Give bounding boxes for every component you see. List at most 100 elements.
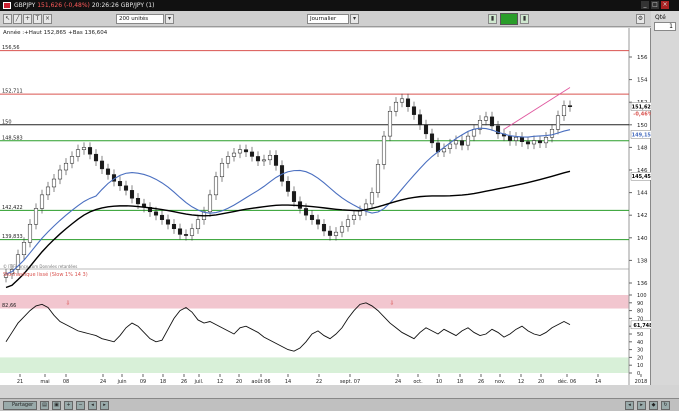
y-tick-label: 142: [637, 213, 648, 219]
candle: [129, 190, 135, 199]
units-select[interactable]: 200 unités: [116, 14, 164, 24]
candle: [327, 230, 333, 236]
candle: [291, 191, 297, 202]
candle: [219, 162, 225, 178]
x-tick-label: 08: [63, 379, 69, 385]
x-tick-label: 22: [316, 379, 322, 385]
candle: [513, 136, 519, 141]
candle: [117, 181, 123, 187]
indicator-icon[interactable]: ▮: [520, 14, 529, 24]
x-tick-label: 18: [160, 379, 166, 385]
period-dropdown-icon[interactable]: ▾: [350, 14, 359, 24]
candle: [153, 211, 159, 216]
y-tick-label: 150: [637, 123, 648, 129]
candle: [471, 129, 477, 137]
cursor-tool-icon[interactable]: ↖: [3, 14, 12, 24]
zoom-tool-icon[interactable]: +: [23, 14, 32, 24]
candle: [369, 192, 375, 205]
chart-type-icon[interactable]: ▮: [488, 14, 497, 24]
line-tool-icon[interactable]: ╱: [13, 14, 22, 24]
fit-icon[interactable]: ◆: [649, 401, 658, 410]
candle: [63, 162, 69, 171]
candle: [567, 105, 573, 107]
overbought-zone: [0, 295, 629, 309]
zoom-in-icon[interactable]: +: [64, 401, 73, 410]
right-icon[interactable]: ▸: [100, 401, 109, 410]
candle: [303, 208, 309, 216]
candle: [183, 234, 189, 236]
minimize-button[interactable]: _: [641, 1, 649, 9]
scroll-left-icon[interactable]: ◂: [625, 401, 634, 410]
candle: [249, 151, 255, 157]
y-tick-label: 156: [637, 55, 648, 61]
candle: [207, 194, 213, 213]
osc-y-tick-label: 100: [637, 293, 647, 299]
refresh-icon[interactable]: ↻: [661, 401, 670, 410]
text-tool-icon[interactable]: T: [33, 14, 42, 24]
x-tick-label: juil.: [194, 379, 204, 385]
settings-icon[interactable]: ⚙: [636, 14, 645, 24]
zoom-out-icon[interactable]: −: [76, 401, 85, 410]
save-icon[interactable]: ▣: [52, 401, 61, 410]
candle: [87, 147, 93, 155]
ma-tag: 149,153: [632, 132, 651, 138]
x-tick-label: 14: [285, 379, 291, 385]
flag-icon: [3, 2, 11, 9]
y-tick-label: 136: [637, 281, 648, 287]
candle: [519, 136, 525, 143]
maximize-button[interactable]: □: [651, 1, 659, 9]
candle: [459, 140, 465, 146]
candle: [489, 116, 495, 127]
candle: [555, 115, 561, 130]
scroll-right-icon[interactable]: ▸: [637, 401, 646, 410]
candle: [309, 214, 315, 220]
price-chart[interactable]: 156,56 152,711 150 148,583 142,422 139,833 Ann…: [0, 28, 656, 385]
time-label: 20:26:26: [91, 2, 119, 9]
candle: [405, 98, 411, 107]
left-icon[interactable]: ◂: [88, 401, 97, 410]
x-tick-label: 20: [236, 379, 242, 385]
print-icon[interactable]: ▤: [40, 401, 49, 410]
chart-area[interactable]: 156,56 152,711 150 148,583 142,422 139,833 Ann…: [0, 28, 656, 385]
close-button[interactable]: ×: [661, 1, 669, 9]
osc-level-label: 82,66: [2, 303, 16, 309]
x-tick-label: 12: [217, 379, 223, 385]
candle: [387, 110, 393, 137]
candle: [381, 135, 387, 165]
osc-y-tick-label: 30: [637, 348, 643, 354]
source-label: © IT-Finance.com Données retardées: [3, 264, 77, 269]
x-tick-label: 26: [181, 379, 187, 385]
candle: [411, 106, 417, 115]
period-select[interactable]: Journalier: [307, 14, 349, 24]
level-label: 150: [2, 119, 12, 125]
y-tick-label: 144: [637, 191, 648, 197]
candle: [93, 153, 99, 162]
x-tick-label: 24: [395, 379, 401, 385]
logo-icon: [500, 13, 518, 25]
candle: [255, 156, 261, 162]
candle: [345, 219, 351, 227]
y-tick-label: 138: [637, 258, 648, 264]
candle: [375, 164, 381, 193]
oversold-zone: [0, 357, 629, 373]
x-tick-label: mai: [40, 379, 49, 385]
y-tick-label: 140: [637, 236, 648, 242]
osc-y-tick-label: 90: [637, 301, 643, 307]
candle: [531, 140, 537, 145]
osc-y-tick-label: 80: [637, 309, 643, 315]
price-label: 151,626: [37, 2, 63, 9]
candle: [165, 219, 171, 225]
share-button[interactable]: Partager: [3, 401, 37, 410]
candle: [261, 159, 267, 162]
quantity-input[interactable]: 1: [654, 22, 676, 31]
x-tick-label: 14: [595, 379, 601, 385]
delete-tool-icon[interactable]: ×: [43, 14, 52, 24]
candle: [549, 129, 555, 138]
units-dropdown-icon[interactable]: ▾: [165, 14, 174, 24]
candle: [525, 141, 531, 145]
x-tick-label: déc. 06: [558, 378, 577, 385]
x-tick-label: juin: [116, 379, 126, 385]
candle: [135, 198, 141, 205]
x-tick-label: 09: [140, 379, 146, 385]
candle: [483, 116, 489, 121]
